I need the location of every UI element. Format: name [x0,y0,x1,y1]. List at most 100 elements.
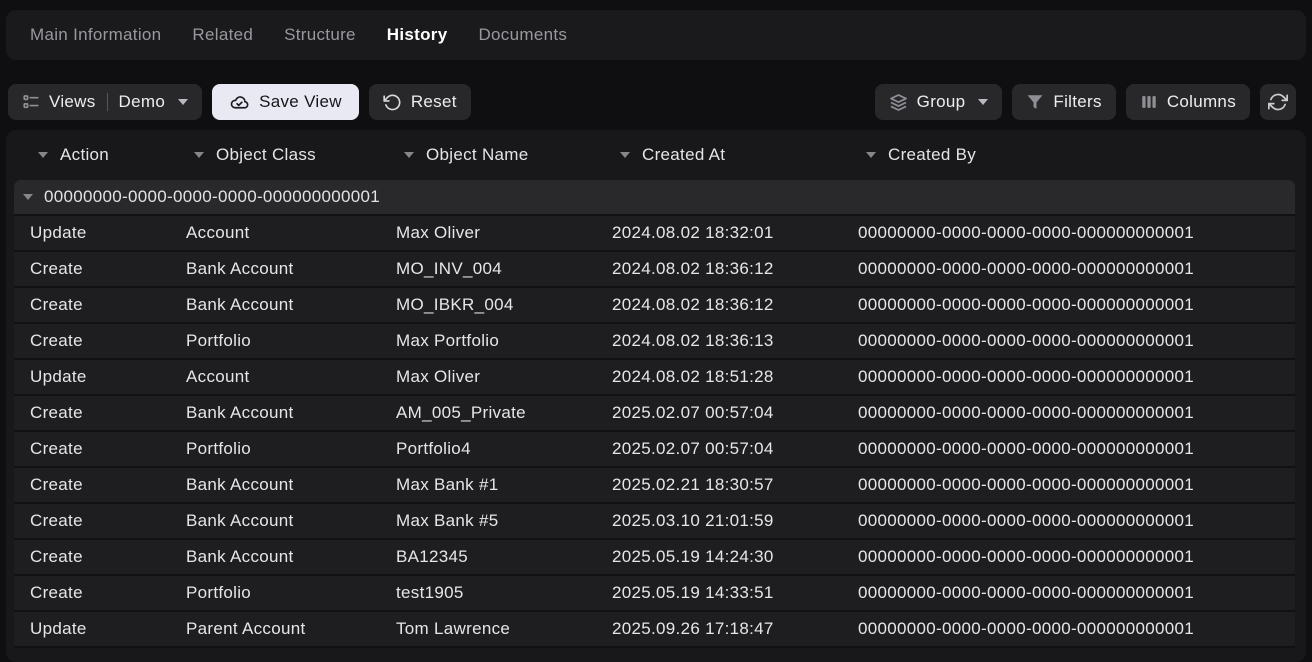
cell-created-by: 00000000-0000-0000-0000-000000000001 [842,396,1295,430]
toolbar-left: Views Demo Save View Reset [8,84,471,120]
cell-created-at: 2025.03.10 21:01:59 [596,504,842,538]
cell-object-name: BA12345 [380,540,596,574]
table-row[interactable]: UpdateAccountMax Oliver2024.08.02 18:32:… [14,216,1295,252]
cell-object-name: AM_005_Private [380,396,596,430]
cell-action: Create [14,324,170,358]
column-header-object-class[interactable]: Object Class [170,145,380,165]
group-row[interactable]: 00000000-0000-0000-0000-000000000001 [14,180,1295,216]
filters-label: Filters [1053,92,1101,112]
cell-action: Create [14,468,170,502]
column-menu-icon[interactable] [404,152,414,158]
cell-created-at: 2024.08.02 18:32:01 [596,216,842,250]
rotate-ccw-icon [383,93,402,112]
reset-button[interactable]: Reset [369,84,471,120]
table-row[interactable]: CreateBank AccountMO_INV_0042024.08.02 1… [14,252,1295,288]
cell-created-by: 00000000-0000-0000-0000-000000000001 [842,216,1295,250]
toolbar-right: Group Filters Columns [875,84,1296,120]
table-header-row: Action Object Class Object Name Created … [14,130,1295,180]
refresh-button[interactable] [1260,84,1296,120]
table-row[interactable]: CreatePortfoliotest19052025.05.19 14:33:… [14,576,1295,612]
cell-created-by: 00000000-0000-0000-0000-000000000001 [842,324,1295,358]
cell-created-by: 00000000-0000-0000-0000-000000000001 [842,468,1295,502]
table-row[interactable]: CreateBank AccountBA123452025.05.19 14:2… [14,540,1295,576]
cell-object-name: Max Oliver [380,360,596,394]
cell-created-at: 2024.08.02 18:36:12 [596,288,842,322]
cell-action: Create [14,504,170,538]
tab-related[interactable]: Related [192,25,253,45]
cell-object-name: Max Bank #5 [380,504,596,538]
cell-object-class: Bank Account [170,288,380,322]
views-button[interactable]: Views Demo [8,84,202,120]
cell-action: Update [14,612,170,646]
tab-history[interactable]: History [387,25,448,45]
cell-created-by: 00000000-0000-0000-0000-000000000001 [842,432,1295,466]
column-label: Object Name [426,145,529,165]
tab-main-information[interactable]: Main Information [30,25,161,45]
cell-object-class: Bank Account [170,504,380,538]
column-menu-icon[interactable] [38,152,48,158]
cell-object-name: MO_IBKR_004 [380,288,596,322]
toolbar: Views Demo Save View Reset [8,84,1296,120]
cell-action: Create [14,540,170,574]
save-view-button[interactable]: Save View [212,84,359,120]
column-label: Created By [888,145,976,165]
cell-created-at: 2025.02.07 00:57:04 [596,396,842,430]
column-header-created-at[interactable]: Created At [596,145,842,165]
cell-created-at: 2024.08.02 18:36:12 [596,252,842,286]
cloud-check-icon [229,92,250,113]
column-label: Created At [642,145,725,165]
column-label: Action [60,145,109,165]
table-rows: UpdateAccountMax Oliver2024.08.02 18:32:… [14,216,1295,648]
cell-created-by: 00000000-0000-0000-0000-000000000001 [842,360,1295,394]
group-button[interactable]: Group [875,84,1003,120]
cell-action: Create [14,396,170,430]
column-menu-icon[interactable] [866,152,876,158]
views-label: Views [49,92,96,112]
cell-created-at: 2025.02.21 18:30:57 [596,468,842,502]
column-header-object-name[interactable]: Object Name [380,145,596,165]
table-row[interactable]: CreateBank AccountAM_005_Private2025.02.… [14,396,1295,432]
table-row[interactable]: CreateBank AccountMax Bank #12025.02.21 … [14,468,1295,504]
group-label: Group [917,92,966,112]
cell-object-name: test1905 [380,576,596,610]
cell-action: Create [14,288,170,322]
layers-icon [889,93,908,112]
views-selected-value: Demo [119,92,166,112]
cell-created-at: 2025.05.19 14:33:51 [596,576,842,610]
table-row[interactable]: UpdateParent AccountTom Lawrence2025.09.… [14,612,1295,648]
collapse-group-icon[interactable] [23,194,33,200]
reset-label: Reset [411,92,457,112]
table-row[interactable]: UpdateAccountMax Oliver2024.08.02 18:51:… [14,360,1295,396]
tab-bar: Main Information Related Structure Histo… [6,10,1306,60]
cell-action: Create [14,432,170,466]
views-divider [107,93,108,111]
tab-documents[interactable]: Documents [478,25,567,45]
column-header-action[interactable]: Action [14,145,170,165]
column-header-created-by[interactable]: Created By [842,145,1295,165]
cell-object-name: Max Bank #1 [380,468,596,502]
history-table: Action Object Class Object Name Created … [6,130,1306,662]
cell-action: Update [14,360,170,394]
cell-object-class: Portfolio [170,576,380,610]
funnel-icon [1026,93,1044,111]
cell-created-by: 00000000-0000-0000-0000-000000000001 [842,612,1295,646]
chevron-down-icon [978,99,988,105]
column-menu-icon[interactable] [620,152,630,158]
table-row[interactable]: CreatePortfolioPortfolio42025.02.07 00:5… [14,432,1295,468]
save-view-label: Save View [259,92,342,112]
cell-created-by: 00000000-0000-0000-0000-000000000001 [842,540,1295,574]
cell-created-by: 00000000-0000-0000-0000-000000000001 [842,504,1295,538]
cell-object-class: Bank Account [170,540,380,574]
table-row[interactable]: CreatePortfolioMax Portfolio2024.08.02 1… [14,324,1295,360]
column-menu-icon[interactable] [194,152,204,158]
table-row[interactable]: CreateBank AccountMax Bank #52025.03.10 … [14,504,1295,540]
cell-created-at: 2024.08.02 18:36:13 [596,324,842,358]
columns-button[interactable]: Columns [1126,84,1250,120]
column-label: Object Class [216,145,316,165]
table-row[interactable]: CreateBank AccountMO_IBKR_0042024.08.02 … [14,288,1295,324]
filters-button[interactable]: Filters [1012,84,1115,120]
cell-object-class: Parent Account [170,612,380,646]
cell-object-class: Portfolio [170,324,380,358]
tab-structure[interactable]: Structure [284,25,356,45]
cell-created-at: 2025.05.19 14:24:30 [596,540,842,574]
